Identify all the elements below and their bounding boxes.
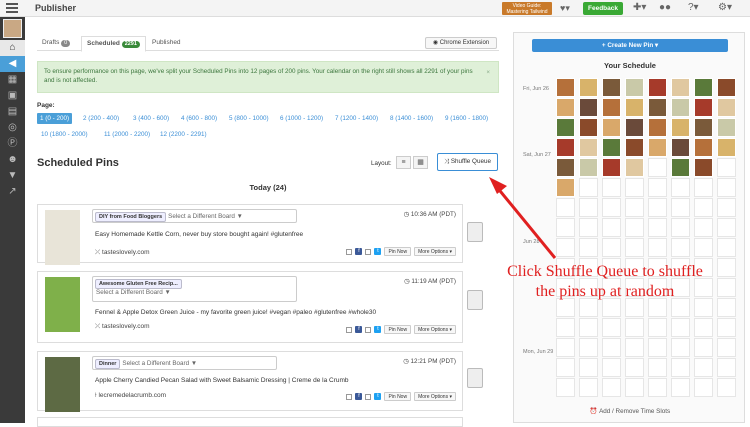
arrow-annotation [489, 177, 557, 259]
annotation-text: Click Shuffle Queue to shuffle the pins … [507, 263, 703, 300]
